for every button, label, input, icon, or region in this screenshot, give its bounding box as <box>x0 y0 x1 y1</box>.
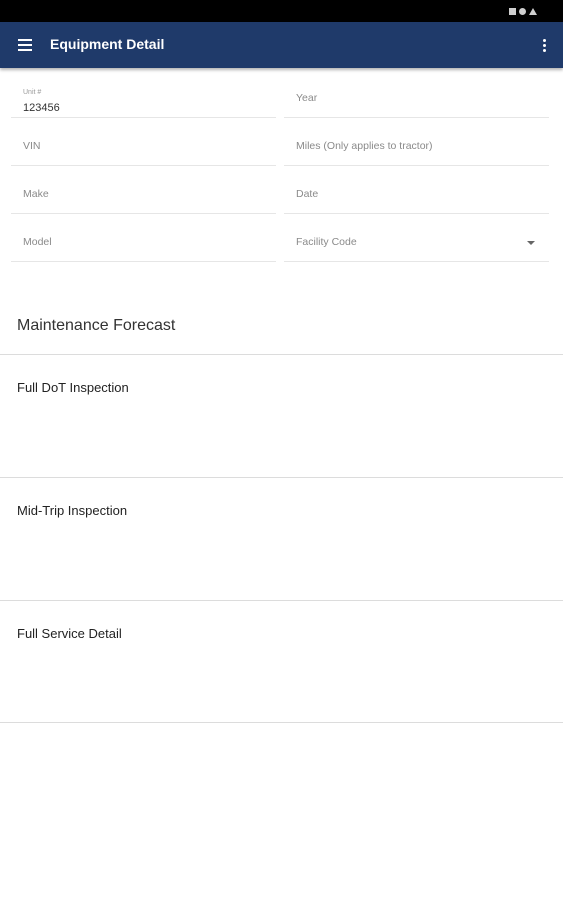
dropdown-arrow-icon[interactable] <box>527 241 535 245</box>
facility-code-select[interactable]: Facility Code <box>284 214 549 262</box>
vin-field[interactable]: VIN <box>11 118 276 166</box>
miles-field[interactable]: Miles (Only applies to tractor) <box>284 118 549 166</box>
date-field[interactable]: Date <box>284 166 549 214</box>
year-field[interactable]: Year <box>284 70 549 118</box>
unit-number-value: 123456 <box>23 102 60 114</box>
forecast-item-label: Full Service Detail <box>17 626 122 641</box>
forecast-item-full-service-detail[interactable]: Full Service Detail <box>0 601 563 723</box>
forecast-item-mid-trip-inspection[interactable]: Mid-Trip Inspection <box>0 478 563 600</box>
vin-label: VIN <box>23 140 41 152</box>
maintenance-forecast-title: Maintenance Forecast <box>17 317 176 334</box>
unit-number-field[interactable]: Unit # 123456 <box>11 70 276 118</box>
make-field[interactable]: Make <box>11 166 276 214</box>
more-vert-icon[interactable] <box>539 36 549 54</box>
circle-icon <box>519 7 526 15</box>
forecast-item-label: Mid-Trip Inspection <box>17 503 128 518</box>
status-bar <box>0 0 563 22</box>
unit-number-label: Unit # <box>23 89 42 96</box>
miles-label: Miles (Only applies to tractor) <box>296 140 433 152</box>
app-bar: Equipment Detail <box>0 22 563 68</box>
facility-code-label: Facility Code <box>296 236 357 248</box>
model-label: Model <box>23 236 52 248</box>
forecast-item-full-dot-inspection[interactable]: Full DoT Inspection <box>0 355 563 477</box>
year-label: Year <box>296 92 318 104</box>
hamburger-menu-icon[interactable] <box>16 36 36 54</box>
square-icon <box>509 7 516 15</box>
make-label: Make <box>23 188 49 200</box>
triangle-icon <box>529 7 537 15</box>
divider <box>0 722 563 723</box>
model-field[interactable]: Model <box>11 214 276 262</box>
date-label: Date <box>296 188 319 200</box>
page-title: Equipment Detail <box>50 36 165 52</box>
forecast-item-label: Full DoT Inspection <box>17 380 129 395</box>
status-icons <box>509 6 537 16</box>
